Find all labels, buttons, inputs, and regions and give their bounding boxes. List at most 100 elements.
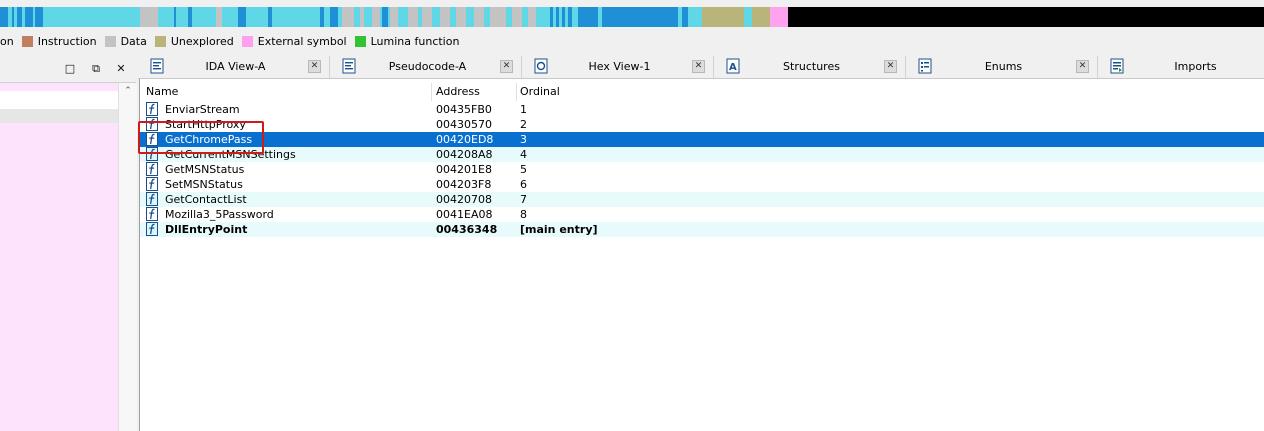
column-divider[interactable] [516, 83, 517, 101]
scroll-up-icon[interactable]: ⌃ [119, 86, 137, 96]
nav-band-segment [744, 7, 752, 27]
export-ordinal: 8 [520, 208, 527, 221]
legend-swatch [104, 35, 116, 47]
legend-item: on [0, 35, 14, 48]
nav-band-segment [602, 7, 678, 27]
legend-label: External symbol [257, 34, 347, 48]
left-panel-row[interactable] [0, 109, 118, 123]
navigation-band[interactable] [0, 7, 1264, 27]
nav-band-segment [222, 7, 238, 27]
export-ordinal: 4 [520, 148, 527, 161]
tab-ida-view-a[interactable]: IDA View-A ✕ [138, 56, 330, 78]
nav-band-segment [140, 7, 158, 27]
nav-band-segment [238, 7, 246, 27]
nav-band-segment [330, 7, 338, 27]
left-panel-scrollbar[interactable]: ⌃ [118, 83, 137, 431]
column-divider[interactable] [431, 83, 432, 101]
nav-band-segment [536, 7, 550, 27]
tab-close-button[interactable]: ✕ [692, 60, 705, 73]
nav-band-segment [770, 7, 788, 27]
legend-label: on [0, 34, 14, 48]
nav-band-segment [25, 7, 33, 27]
close-button[interactable]: ✕ [113, 61, 129, 77]
left-panel-row[interactable] [0, 91, 118, 109]
tab-pseudocode-a[interactable]: Pseudocode-A ✕ [330, 56, 522, 78]
legend-swatch [241, 35, 253, 47]
nav-band-segment [246, 7, 268, 27]
column-name-header[interactable]: Name [146, 85, 178, 98]
legend-swatch [154, 35, 166, 47]
legend-swatch [21, 35, 33, 47]
nav-band-segment [528, 7, 536, 27]
float-window-icon: ⧉ [92, 62, 100, 75]
highlight-box [138, 121, 264, 154]
nav-band-segment [456, 7, 466, 27]
maximize-button[interactable]: □ [62, 61, 78, 77]
function-icon [146, 177, 158, 191]
export-ordinal: 3 [520, 133, 527, 146]
export-row[interactable]: GetMSNStatus 004201E8 5 [140, 162, 1264, 177]
left-panel-body[interactable] [0, 83, 118, 431]
export-address: 00435FB0 [436, 103, 492, 116]
nav-band-segment [390, 7, 398, 27]
nav-band-segment [43, 7, 140, 27]
tab-close-button[interactable]: ✕ [308, 60, 321, 73]
left-panel: □ ⧉ ✕ ⌃ [0, 56, 137, 431]
export-address: 004203F8 [436, 178, 492, 191]
tab-close-button[interactable]: ✕ [884, 60, 897, 73]
export-row[interactable]: Mozilla3_5Password 0041EA08 8 [140, 207, 1264, 222]
function-icon [146, 207, 158, 221]
export-name: GetContactList [165, 193, 247, 206]
export-row[interactable]: GetContactList 00420708 7 [140, 192, 1264, 207]
export-row[interactable]: SetMSNStatus 004203F8 6 [140, 177, 1264, 192]
export-address: 004201E8 [436, 163, 492, 176]
nav-band-segment [272, 7, 320, 27]
tab-label: Structures [783, 60, 840, 73]
nav-band-segment [578, 7, 598, 27]
tab-label: IDA View-A [205, 60, 266, 73]
legend-item: Unexplored [154, 34, 234, 48]
tab-structures[interactable]: A Structures ✕ [714, 56, 906, 78]
nav-band-segment [372, 7, 380, 27]
hex-view-icon [534, 58, 548, 74]
tab-close-button[interactable]: ✕ [1076, 60, 1089, 73]
nav-band-segment [176, 7, 188, 27]
export-row[interactable]: EnviarStream 00435FB0 1 [140, 102, 1264, 117]
tab-enums[interactable]: Enums ✕ [906, 56, 1098, 78]
export-ordinal: [main entry] [520, 223, 598, 236]
nav-band-segment [702, 7, 744, 27]
pseudocode-icon [342, 58, 356, 74]
tab-label: Enums [984, 60, 1023, 73]
tab-imports[interactable]: Imports✕ [1098, 56, 1264, 78]
export-row[interactable]: GetChromePass 00420ED8 3 [140, 132, 1264, 147]
column-address-header[interactable]: Address [436, 85, 480, 98]
export-address: 00420ED8 [436, 133, 494, 146]
legend-label: Unexplored [170, 34, 234, 48]
export-row[interactable]: DllEntryPoint 00436348 [main entry] [140, 222, 1264, 237]
function-icon [146, 102, 158, 116]
export-ordinal: 6 [520, 178, 527, 191]
nav-band-segment [788, 7, 1264, 27]
export-ordinal: 2 [520, 118, 527, 131]
tab-label: Hex View-1 [588, 60, 651, 73]
legend-item: Lumina function [354, 35, 459, 48]
nav-band-segment [408, 7, 418, 27]
function-icon [146, 162, 158, 176]
export-row[interactable]: GetCurrentMSNSettings 004208A8 4 [140, 147, 1264, 162]
tab-hex-view-1[interactable]: Hex View-1 ✕ [522, 56, 714, 78]
nav-band-segment [490, 7, 506, 27]
export-name: EnviarStream [165, 103, 240, 116]
nav-band-segment [0, 7, 8, 27]
float-button[interactable]: ⧉ [88, 61, 104, 77]
close-icon: ✕ [116, 62, 126, 75]
export-row[interactable]: StartHttpProxy 00430570 2 [140, 117, 1264, 132]
nav-band-segment [440, 7, 450, 27]
tab-label: Pseudocode-A [388, 60, 467, 73]
column-ordinal-header[interactable]: Ordinal [520, 85, 560, 98]
legend-item: Instruction [21, 35, 97, 48]
maximize-icon: □ [64, 62, 76, 75]
tab-close-button[interactable]: ✕ [500, 60, 513, 73]
export-address: 004208A8 [436, 148, 493, 161]
structures-icon: A [726, 58, 740, 74]
left-panel-header: □ ⧉ ✕ [0, 56, 136, 83]
